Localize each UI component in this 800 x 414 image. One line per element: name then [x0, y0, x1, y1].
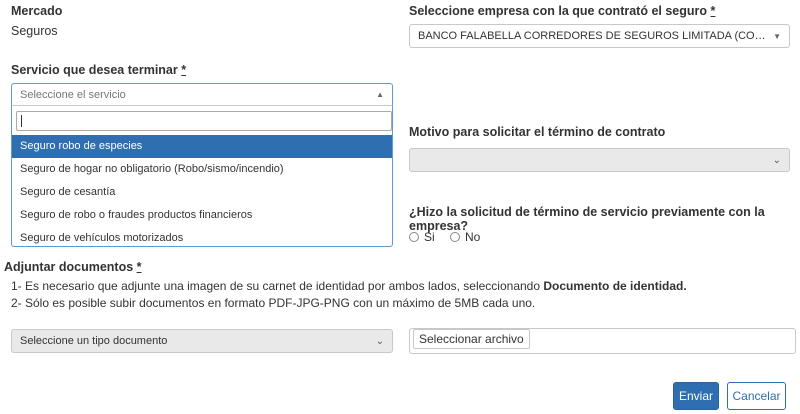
servicio-option[interactable]: Seguro de hogar no obligatorio (Robo/sis… — [12, 158, 392, 181]
tipo-documento-placeholder: Seleccione un tipo documento — [20, 335, 168, 347]
motivo-label: Motivo para solicitar el término de cont… — [409, 125, 666, 139]
cancel-button[interactable]: Cancelar — [727, 382, 786, 410]
servicio-option[interactable]: Seguro robo de especies — [12, 135, 392, 158]
servicio-select[interactable]: Seleccione el servicio ▲ — [11, 83, 393, 106]
mercado-value: Seguros — [11, 24, 58, 38]
servicio-options-list: Seguro robo de especies Seguro de hogar … — [12, 135, 392, 250]
radio-circle-icon — [409, 232, 419, 242]
previa-question: ¿Hizo la solicitud de término de servici… — [409, 205, 765, 233]
mercado-label: Mercado — [11, 4, 63, 18]
text-cursor — [21, 115, 22, 127]
empresa-selected-value: BANCO FALABELLA CORREDORES DE SEGUROS LI… — [418, 30, 768, 42]
adjuntar-label: Adjuntar documentos * — [4, 260, 142, 274]
radio-no[interactable]: No — [450, 230, 480, 244]
required-mark: * — [710, 4, 716, 18]
servicio-option[interactable]: Seguro de vehículos motorizados — [12, 227, 392, 250]
radio-si-label: Si — [424, 230, 435, 244]
servicio-label-text: Servicio que desea terminar — [11, 63, 178, 77]
chevron-down-icon: ⌄ — [772, 154, 781, 166]
servicio-dropdown-panel: Seguro robo de especies Seguro de hogar … — [11, 106, 393, 247]
tipo-documento-select[interactable]: Seleccione un tipo documento ⌄ — [11, 329, 393, 353]
servicio-placeholder: Seleccione el servicio — [20, 88, 126, 101]
servicio-option[interactable]: Seguro de robo o fraudes productos finan… — [12, 204, 392, 227]
empresa-label-text: Seleccione empresa con la que contrató e… — [409, 4, 708, 18]
adjuntar-note-2: 2- Sólo es posible subir documentos en f… — [11, 296, 536, 310]
note-1-text: 1- Es necesario que adjunte una imagen d… — [11, 279, 544, 293]
empresa-select[interactable]: BANCO FALABELLA CORREDORES DE SEGUROS LI… — [409, 24, 790, 48]
radio-si[interactable]: Si — [409, 230, 435, 244]
file-input[interactable]: Seleccionar archivo — [409, 328, 796, 354]
required-mark: * — [181, 63, 187, 77]
adjuntar-label-text: Adjuntar documentos — [4, 260, 134, 274]
caret-down-icon: ▼ — [773, 31, 781, 41]
servicio-option[interactable]: Seguro de cesantía — [12, 181, 392, 204]
note-1-bold: Documento de identidad. — [543, 279, 687, 293]
empresa-label: Seleccione empresa con la que contrató e… — [409, 4, 715, 18]
submit-button[interactable]: Enviar — [673, 382, 719, 410]
radio-circle-icon — [450, 232, 461, 242]
previa-radio-group: Si No — [409, 230, 492, 245]
radio-no-label: No — [465, 230, 481, 244]
servicio-search-input[interactable] — [16, 111, 392, 131]
caret-up-icon: ▲ — [376, 90, 384, 99]
select-file-button[interactable]: Seleccionar archivo — [413, 329, 530, 349]
motivo-select[interactable]: ⌄ — [409, 148, 790, 172]
required-mark: * — [136, 260, 142, 274]
chevron-down-icon: ⌄ — [375, 335, 384, 347]
adjuntar-note-1: 1- Es necesario que adjunte una imagen d… — [11, 279, 687, 293]
servicio-label: Servicio que desea terminar * — [11, 63, 186, 77]
